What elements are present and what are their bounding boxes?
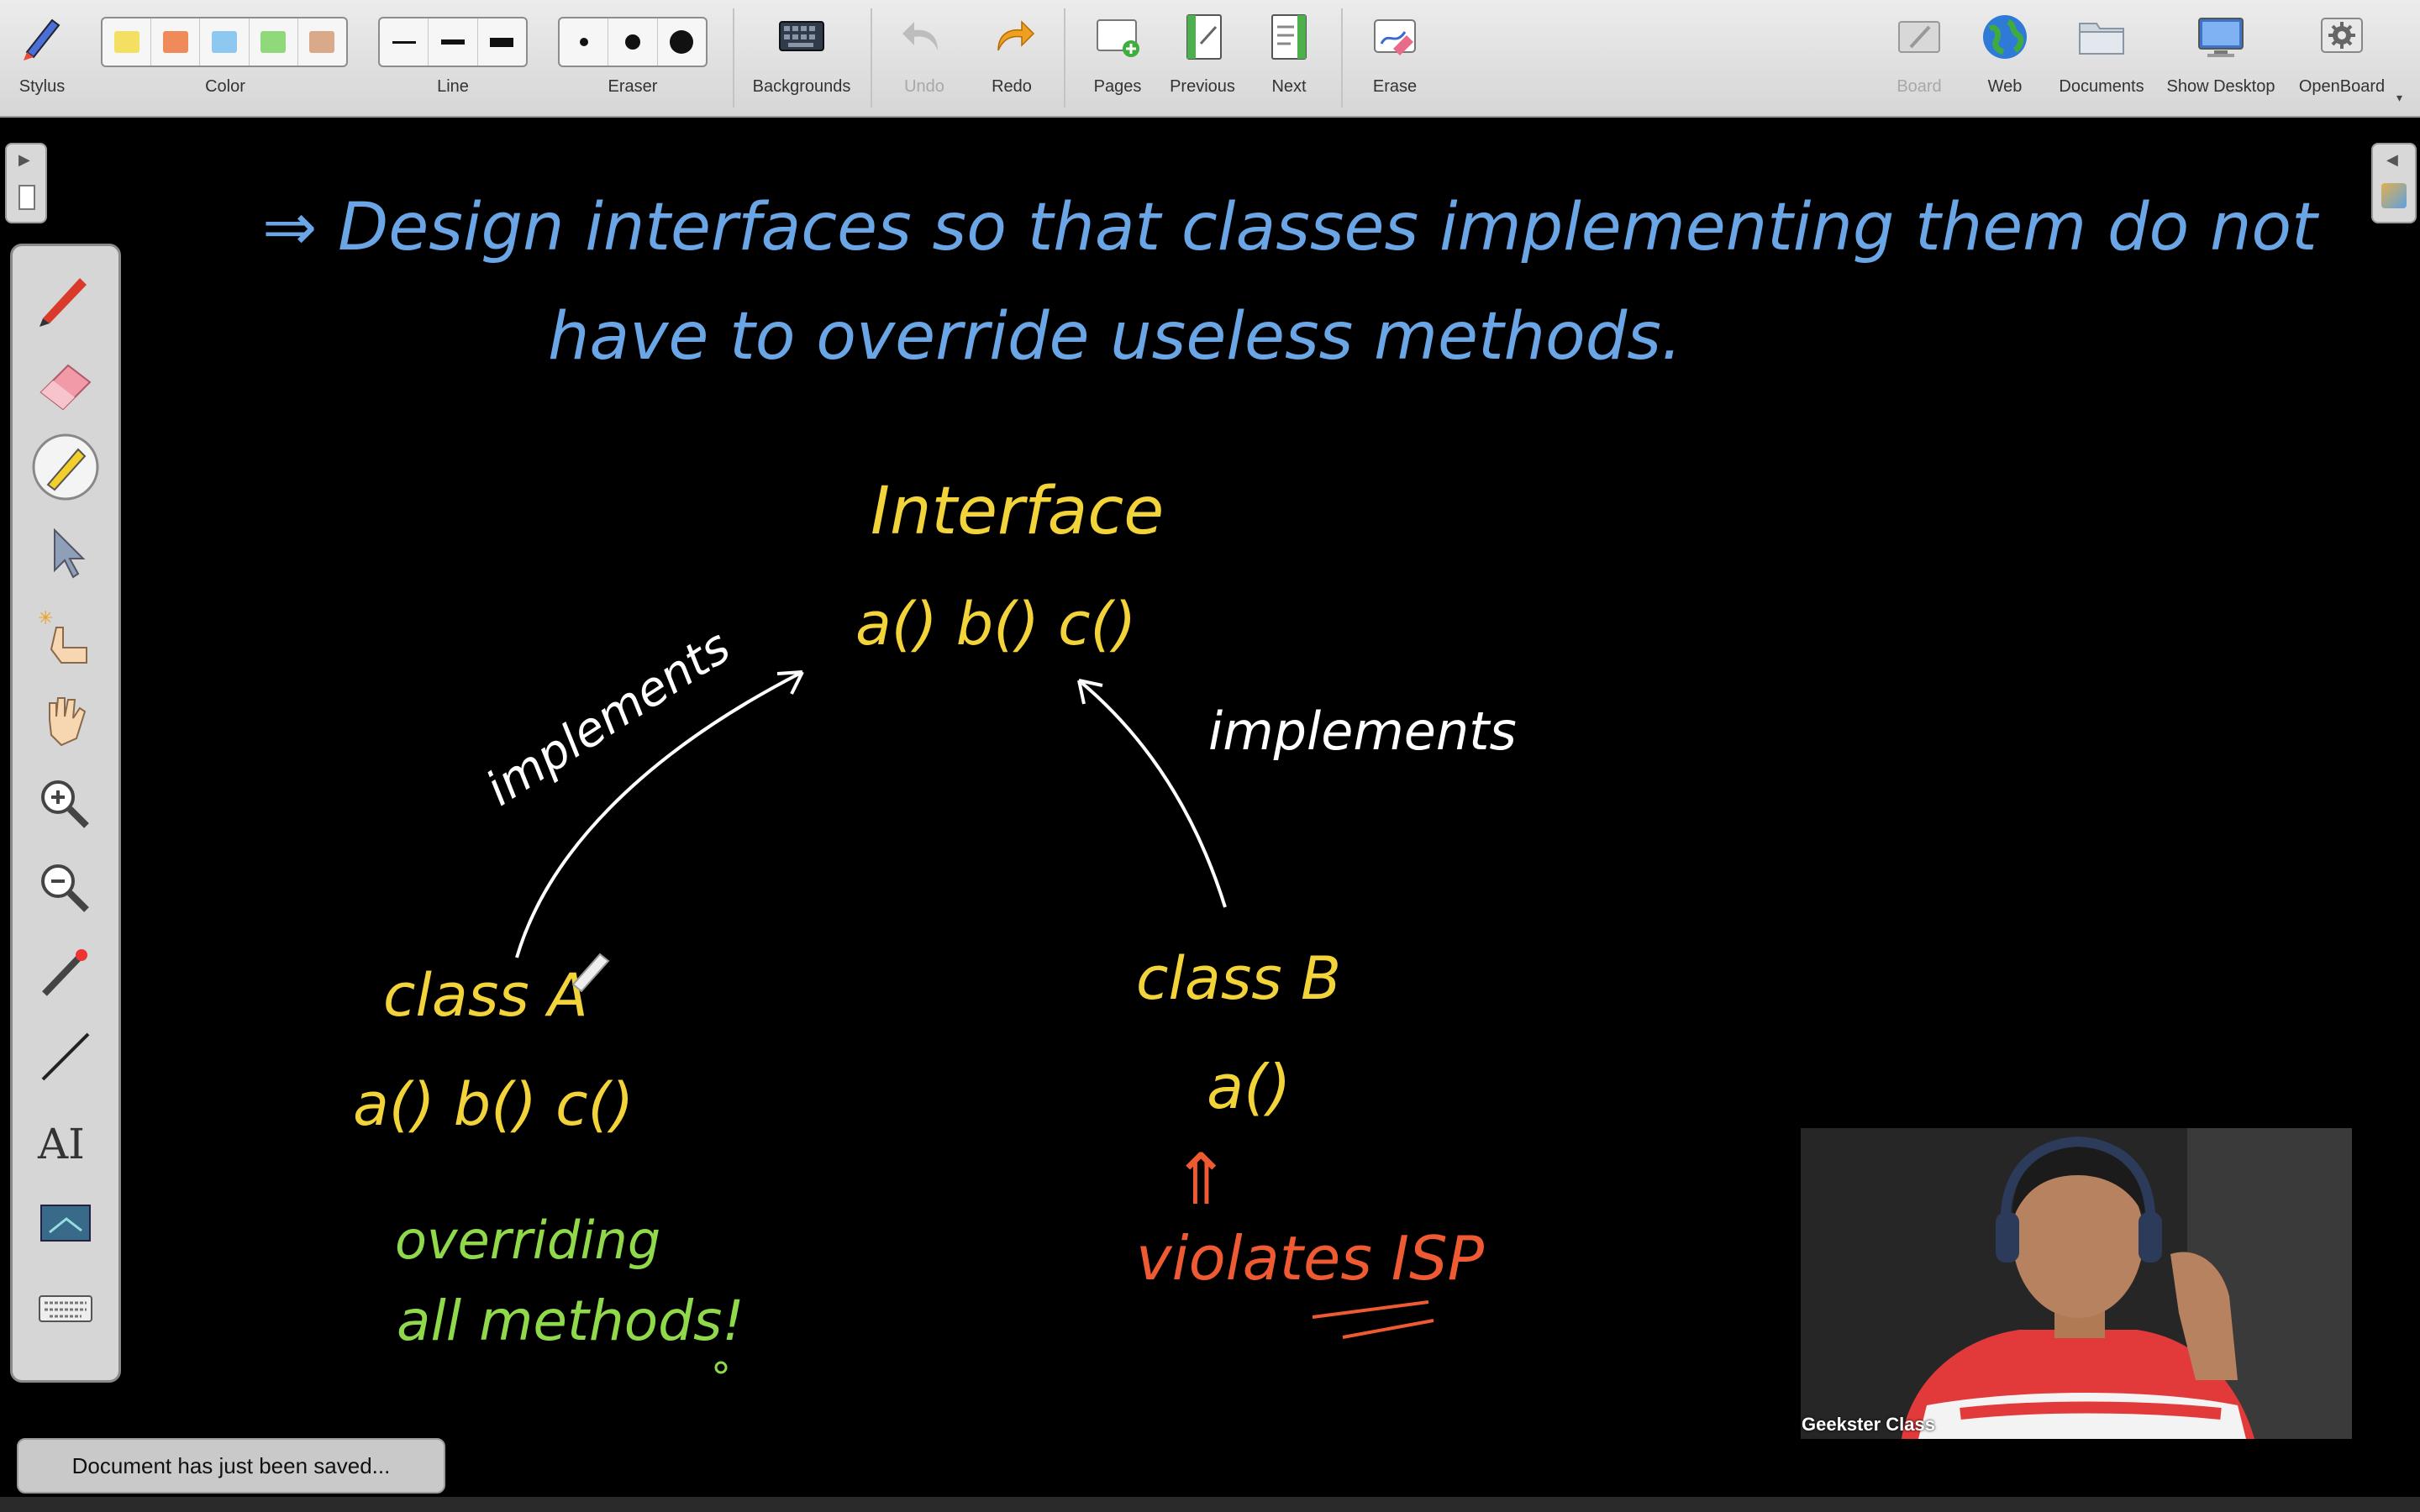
erase-label: Erase [1372,77,1418,96]
heading-line-2: have to override useless methods. [548,299,1682,375]
line-width-selector[interactable] [378,17,528,67]
implements-arrow-right [1077,679,1227,908]
web-button[interactable]: Web [1971,0,2039,116]
backgrounds-button[interactable]: Backgrounds [744,0,859,116]
color-swatch-green[interactable] [250,18,298,66]
color-swatch-orange[interactable] [151,18,201,66]
erase-board-icon [1374,19,1416,55]
eraser-medium[interactable] [608,18,658,66]
previous-page-icon [1186,14,1222,60]
next-label: Next [1271,77,1307,96]
undo-label: Undo [904,77,944,96]
show-desktop-button[interactable]: Show Desktop [2161,0,2281,116]
board-icon [1898,21,1940,53]
interface-methods: a() b() c() [855,590,1137,659]
line-thick[interactable] [478,18,526,66]
line-medium[interactable] [429,18,478,66]
previous-label: Previous [1170,77,1235,96]
stylus-button[interactable]: Stylus [8,0,76,116]
redo-label: Redo [992,77,1032,96]
add-page-icon [1097,19,1139,57]
web-label: Web [1987,77,2023,96]
folder-icon [2079,23,2124,55]
pages-label: Pages [1093,77,1142,96]
documents-button[interactable]: Documents [2049,0,2154,116]
openboard-label: OpenBoard [2298,77,2386,96]
documents-label: Documents [2059,77,2144,96]
stylus-icon [24,18,60,60]
next-page-icon [1271,14,1307,60]
class-b-methods: a() [1207,1052,1292,1122]
next-button[interactable]: Next [1255,0,1323,116]
redo-button[interactable]: Redo [978,0,1045,116]
stylus-label: Stylus [18,77,66,96]
eraser-small[interactable] [560,18,609,66]
undo-button[interactable]: Undo [891,0,958,116]
chevron-down-icon[interactable]: ▾ [2396,91,2402,105]
monitor-icon [2198,18,2244,57]
globe-icon [1983,15,2027,59]
color-label: Color [205,77,245,96]
top-toolbar: Stylus Color Line Eraser Backgrounds Und… [0,0,2420,118]
show-desktop-label: Show Desktop [2166,77,2275,96]
redo-icon [997,20,1035,51]
openboard-menu-button[interactable]: OpenBoard [2291,0,2393,116]
color-swatch-yellow[interactable] [103,18,152,66]
board-button[interactable]: Board [1886,0,1953,116]
implements-label-right: implements [1208,701,1517,762]
class-a-label: class A [383,961,588,1030]
erase-button[interactable]: Erase [1361,0,1428,116]
webcam-overlay[interactable] [1801,1128,2352,1439]
undo-icon [902,22,938,50]
color-swatch-tan[interactable] [298,18,346,66]
overriding-line-1: overriding [395,1210,661,1271]
line-label: Line [437,77,469,96]
presenter-video [1801,1128,2352,1439]
eraser-large[interactable] [658,18,706,66]
marker-cursor-icon [571,953,610,993]
board-label: Board [1897,77,1942,96]
backgrounds-label: Backgrounds [752,77,851,96]
previous-button[interactable]: Previous [1166,0,1239,116]
color-selector[interactable] [101,17,348,67]
save-notification: Document has just been saved... [17,1438,445,1494]
heading-line-1: ⇒ Design interfaces so that classes impl… [262,190,2317,265]
violation-arrow: ⇑ [1171,1138,1231,1221]
interface-title: Interface [871,474,1165,549]
gear-icon [2321,18,2363,53]
dot-stroke [714,1361,728,1374]
color-group: Color [99,0,351,116]
violates-isp-label: violates ISP [1136,1223,1485,1294]
eraser-size-selector[interactable] [558,17,708,67]
class-a-methods: a() b() c() [353,1070,634,1139]
bottom-bar [0,1497,2420,1512]
color-swatch-blue[interactable] [200,18,250,66]
line-thin[interactable] [380,18,429,66]
eraser-group: Eraser [558,0,708,116]
keyboard-grid-icon [779,21,824,51]
pages-button[interactable]: Pages [1084,0,1151,116]
class-b-label: class B [1136,944,1342,1013]
overriding-line-2: all methods! [397,1289,744,1353]
underline-strokes [1312,1300,1434,1339]
eraser-label: Eraser [608,77,658,96]
line-group: Line [378,0,528,116]
webcam-name-label: Geekster Class [1802,1414,1935,1435]
